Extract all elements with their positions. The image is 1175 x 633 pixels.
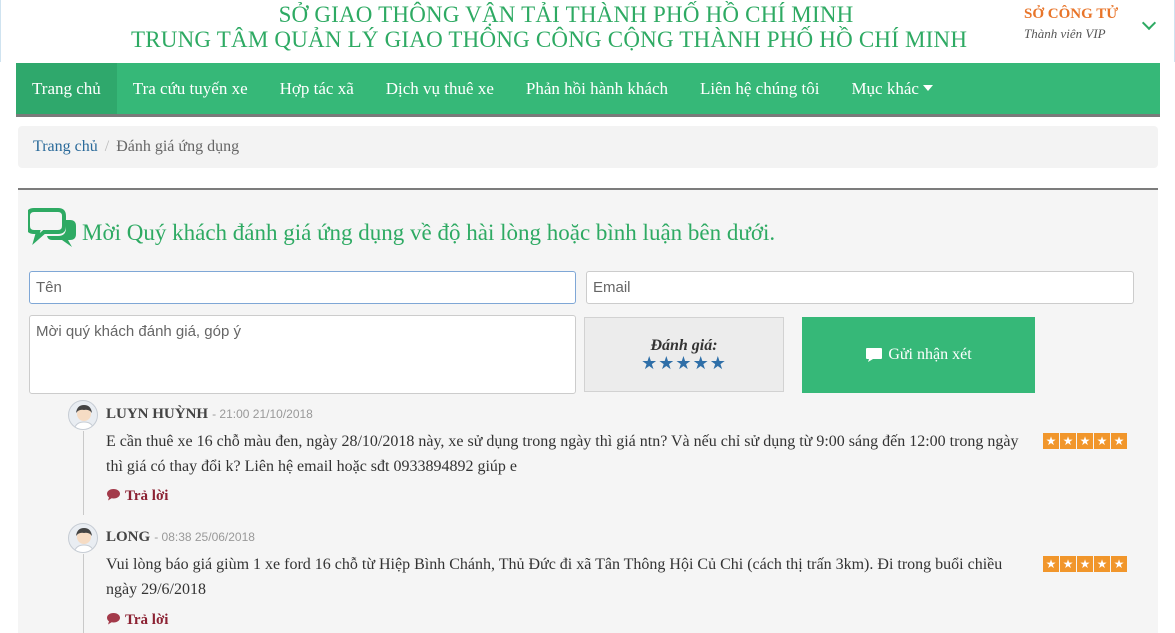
- nav-item-more-label: Mục khác: [851, 79, 919, 98]
- comment-rating: ★ ★ ★ ★ ★: [1043, 556, 1127, 572]
- main-nav: Trang chủ Tra cứu tuyến xe Hợp tác xã Dị…: [16, 63, 1160, 117]
- breadcrumb-home[interactable]: Trang chủ: [33, 138, 98, 155]
- user-menu[interactable]: SỞ CÔNG TỬ Thành viên VIP: [1024, 6, 1118, 42]
- comment-icon: [107, 613, 120, 625]
- star-icon: ★: [1094, 433, 1110, 449]
- nav-item-route-lookup[interactable]: Tra cứu tuyến xe: [117, 63, 264, 114]
- comment-textarea[interactable]: [29, 315, 576, 394]
- star-icon: ★: [1094, 556, 1110, 572]
- reply-label: Trả lời: [125, 612, 169, 628]
- comment-item: LUYN HUỲNH - 21:00 21/10/2018 E cần thuê…: [68, 400, 1138, 515]
- star-icon: ★: [1043, 556, 1059, 572]
- comments-icon: [28, 208, 76, 247]
- comment-text: E cần thuê xe 16 chỗ màu đen, ngày 28/10…: [106, 433, 1019, 475]
- comment-icon: [107, 489, 120, 501]
- comment-header: LONG - 08:38 25/06/2018: [106, 528, 255, 546]
- nav-item-rental-service[interactable]: Dịch vụ thuê xe: [370, 63, 510, 114]
- breadcrumb-separator: /: [104, 138, 110, 155]
- rating-box: Đánh giá: ★★★★★: [584, 317, 784, 392]
- reply-button[interactable]: Trả lời: [106, 488, 168, 505]
- star-icon: ★: [1060, 556, 1076, 572]
- reply-label: Trả lời: [125, 488, 169, 504]
- star-icon: ★: [1077, 433, 1093, 449]
- breadcrumb: Trang chủ / Đánh giá ứng dụng: [18, 126, 1158, 168]
- comment-author: LONG: [106, 529, 151, 545]
- nav-item-cooperatives[interactable]: Hợp tác xã: [264, 63, 370, 114]
- nav-item-more[interactable]: Mục khác: [835, 63, 949, 114]
- avatar: [68, 523, 98, 553]
- star-icon: ★: [1111, 433, 1127, 449]
- rating-stars[interactable]: ★★★★★: [585, 354, 783, 372]
- comment-item: LONG - 08:38 25/06/2018 Vui lòng báo giá…: [68, 523, 1138, 633]
- name-input[interactable]: [29, 271, 576, 304]
- caret-down-icon: [922, 85, 933, 91]
- chevron-down-icon[interactable]: [1141, 15, 1157, 31]
- org-name-line1: SỞ GIAO THÔNG VẬN TẢI THÀNH PHỐ HỒ CHÍ M…: [278, 2, 854, 27]
- nav-item-passenger-feedback[interactable]: Phản hồi hành khách: [510, 63, 684, 114]
- thread-line: [83, 431, 84, 515]
- comment-time: - 21:00 21/10/2018: [212, 407, 313, 421]
- user-role: Thành viên VIP: [1024, 26, 1106, 41]
- star-icon: ★: [1043, 433, 1059, 449]
- breadcrumb-current: Đánh giá ứng dụng: [116, 138, 240, 155]
- nav-item-contact[interactable]: Liên hệ chúng tôi: [684, 63, 835, 114]
- star-icon: ★: [1111, 556, 1127, 572]
- star-icon: ★: [1060, 433, 1076, 449]
- star-icon: ★: [1077, 556, 1093, 572]
- feedback-title: Mời Quý khách đánh giá ứng dụng về độ hà…: [82, 220, 776, 245]
- org-name-line2: TRUNG TÂM QUẢN LÝ GIAO THÔNG CÔNG CỘNG T…: [131, 27, 968, 52]
- reply-button[interactable]: Trả lời: [106, 612, 168, 629]
- comment-time: - 08:38 25/06/2018: [154, 530, 255, 544]
- comment-text: Vui lòng báo giá giùm 1 xe ford 16 chỗ t…: [106, 556, 1003, 598]
- comment-header: LUYN HUỲNH - 21:00 21/10/2018: [106, 405, 313, 423]
- feedback-panel: Mời Quý khách đánh giá ứng dụng về độ hà…: [18, 188, 1158, 633]
- submit-comment-button[interactable]: Gửi nhận xét: [802, 317, 1035, 393]
- avatar: [68, 400, 98, 430]
- comment-author: LUYN HUỲNH: [106, 406, 209, 422]
- user-name[interactable]: SỞ CÔNG TỬ: [1024, 6, 1118, 23]
- submit-comment-label: Gửi nhận xét: [888, 346, 972, 363]
- nav-item-home[interactable]: Trang chủ: [16, 63, 117, 114]
- email-input[interactable]: [586, 271, 1134, 304]
- comment-rating: ★ ★ ★ ★ ★: [1043, 433, 1127, 449]
- comment-icon: [866, 348, 883, 362]
- thread-line: [83, 554, 84, 633]
- site-header: SỞ GIAO THÔNG VẬN TẢI THÀNH PHỐ HỒ CHÍ M…: [0, 0, 1175, 62]
